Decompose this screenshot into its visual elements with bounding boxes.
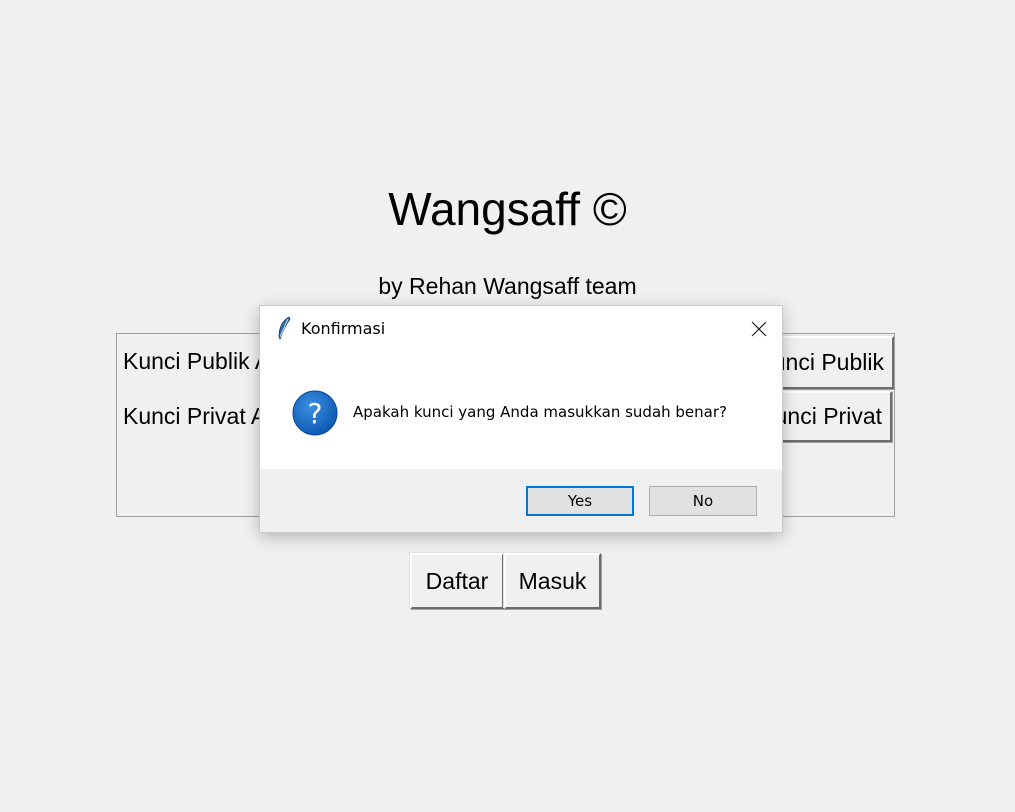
confirmation-dialog: Konfirmasi ? Apakah kunci yang Anda masu… xyxy=(260,306,782,532)
dialog-message: Apakah kunci yang Anda masukkan sudah be… xyxy=(353,403,727,421)
app-subtitle: by Rehan Wangsaff team xyxy=(378,273,637,299)
app-window: Wangsaff © by Rehan Wangsaff team Kunci … xyxy=(0,0,1015,812)
close-icon[interactable] xyxy=(748,318,770,340)
login-button[interactable]: Masuk xyxy=(504,553,601,609)
dialog-body: ? Apakah kunci yang Anda masukkan sudah … xyxy=(260,352,782,469)
dialog-title: Konfirmasi xyxy=(301,319,386,338)
svg-text:?: ? xyxy=(308,397,323,430)
dialog-titlebar[interactable]: Konfirmasi xyxy=(260,306,782,352)
no-button[interactable]: No xyxy=(649,486,757,516)
app-title: Wangsaff © xyxy=(388,183,627,235)
yes-button[interactable]: Yes xyxy=(526,486,634,516)
register-button[interactable]: Daftar xyxy=(410,553,504,609)
question-icon: ? xyxy=(292,390,338,436)
feather-icon xyxy=(278,316,291,340)
